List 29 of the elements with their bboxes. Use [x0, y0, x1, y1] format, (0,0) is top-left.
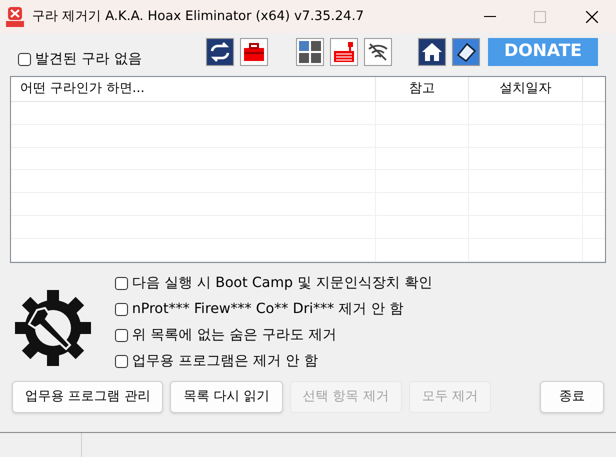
- option-checkbox-row[interactable]: 위 목록에 없는 숨은 구라도 제거: [115, 324, 432, 346]
- column-header[interactable]: 참고: [376, 77, 469, 101]
- no-hoax-checkbox-row[interactable]: 발견된 구라 없음: [18, 49, 142, 70]
- checkbox-label: 위 목록에 없는 숨은 구라도 제거: [132, 326, 336, 344]
- action-button[interactable]: 종료: [540, 381, 604, 413]
- toolbox-icon[interactable]: [240, 38, 268, 66]
- close-icon[interactable]: [586, 10, 598, 22]
- wifi-off-icon[interactable]: [364, 38, 392, 66]
- checkbox-label: 발견된 구라 없음: [35, 50, 142, 69]
- column-header[interactable]: 어떤 구라인가 하면...: [11, 77, 376, 101]
- gear-wrench-icon: [13, 288, 93, 368]
- checkbox[interactable]: [115, 302, 128, 316]
- column-header[interactable]: 설치일자: [469, 77, 583, 101]
- action-button[interactable]: 목록 다시 읽기: [170, 381, 283, 413]
- checkbox[interactable]: [115, 328, 128, 342]
- windows-grid-icon[interactable]: [296, 38, 324, 66]
- option-checkbox-row[interactable]: 업무용 프로그램은 제거 안 함: [115, 350, 432, 372]
- option-checkbox-row[interactable]: nProt*** Firew*** Co** Dri*** 제거 안 함: [115, 298, 432, 320]
- checkbox[interactable]: [115, 276, 128, 290]
- window-title: 구라 제거기 A.K.A. Hoax Eliminator (x64) v7.35.24.7: [32, 8, 364, 26]
- checkbox-label: nProt*** Firew*** Co** Dri*** 제거 안 함: [132, 300, 404, 318]
- checkbox[interactable]: [115, 354, 128, 368]
- minimize-icon[interactable]: [484, 16, 496, 18]
- checkbox[interactable]: [18, 53, 31, 66]
- action-button[interactable]: 업무용 프로그램 관리: [12, 381, 164, 413]
- checkbox-label: 업무용 프로그램은 제거 안 함: [132, 352, 318, 370]
- refresh-icon[interactable]: [206, 38, 234, 66]
- home-icon[interactable]: [418, 38, 446, 66]
- app-logo-icon: [6, 6, 24, 26]
